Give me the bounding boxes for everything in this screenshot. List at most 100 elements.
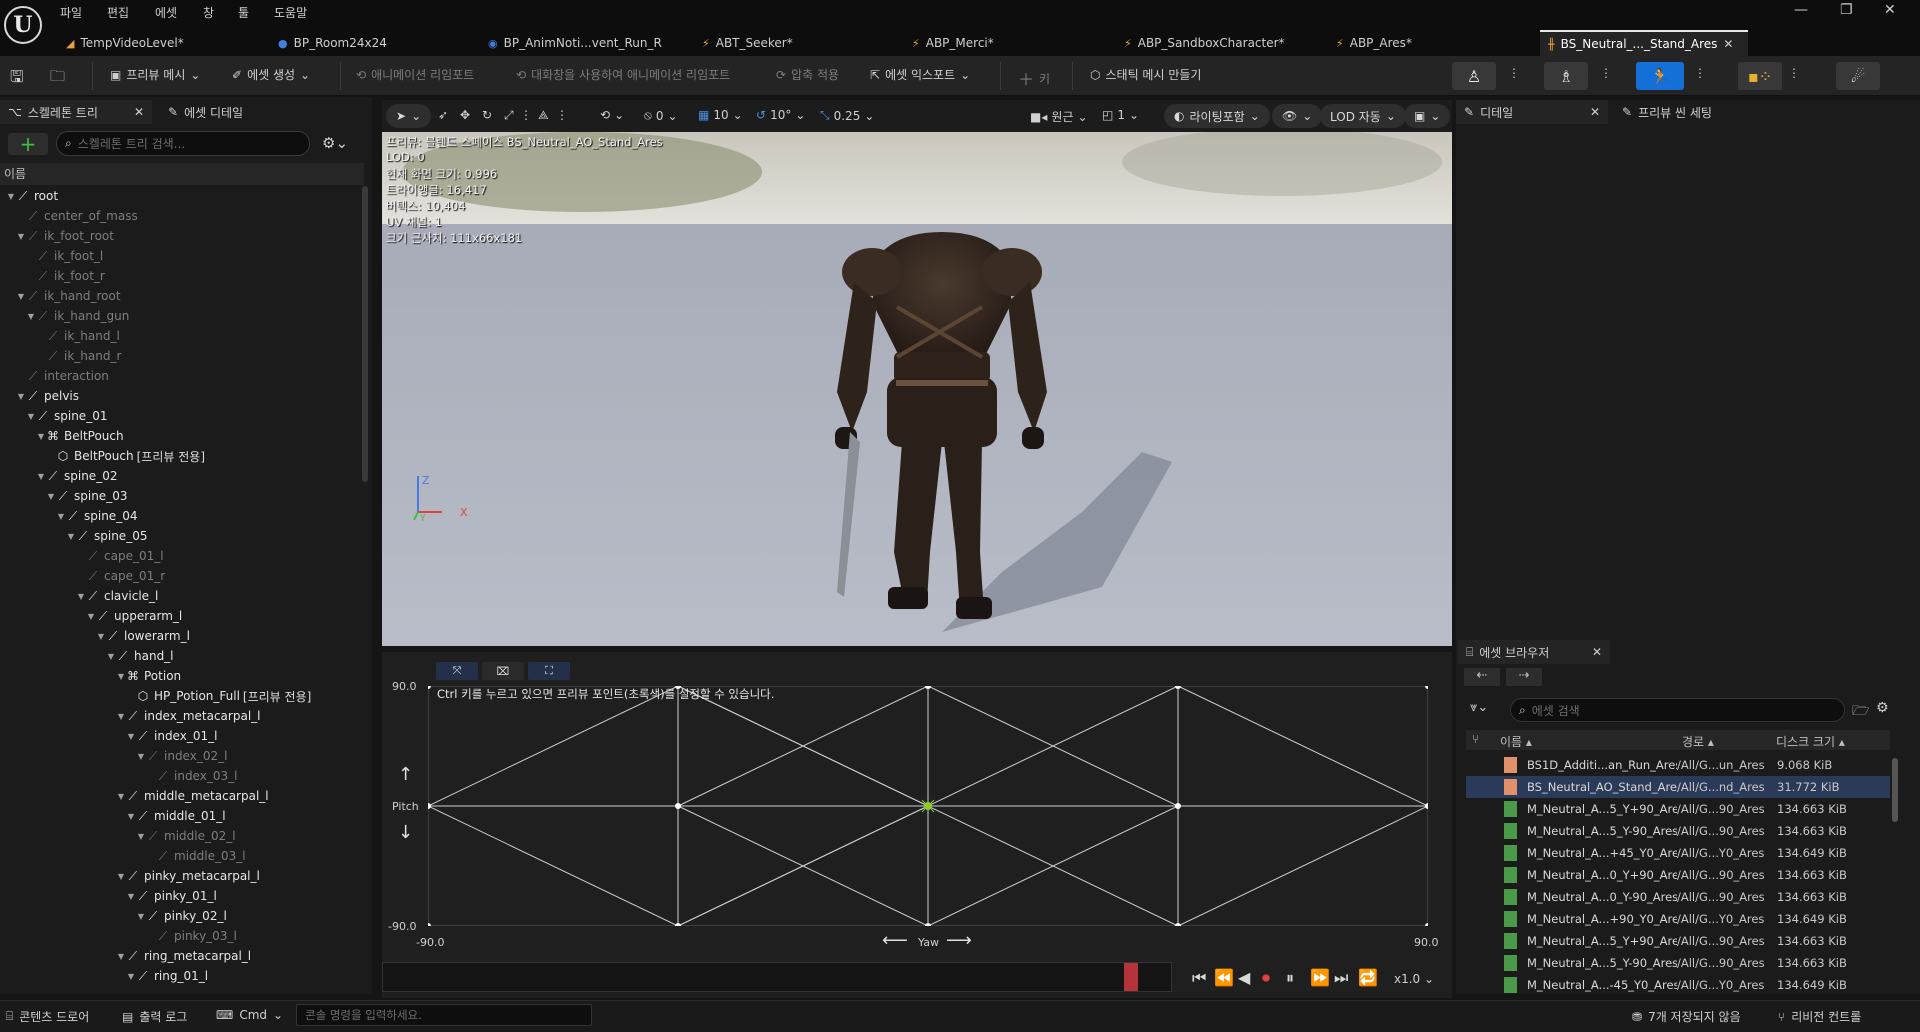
asset-row[interactable]: BS1D_Additi...an_Run_Ares/All/G...un_Are… — [1466, 754, 1890, 776]
expand-arrow-icon[interactable]: ▼ — [126, 892, 136, 901]
select-tool-icon[interactable]: ➶ — [438, 108, 448, 122]
add-socket-button[interactable]: + — [8, 132, 48, 156]
expand-arrow-icon[interactable]: ▼ — [116, 672, 126, 681]
preview-mesh-button[interactable]: ▣ 프리뷰 메시 ⌄ — [110, 66, 200, 83]
blueprint-mode-button[interactable]: ▪⁘ — [1738, 62, 1782, 90]
animation-mode-button[interactable]: 🏃 — [1636, 62, 1684, 90]
make-static-mesh-button[interactable]: ⬡ 스태틱 메시 만들기 — [1090, 66, 1201, 83]
tree-row[interactable]: ▼ ⟋ ring_01_l — [0, 966, 362, 986]
skeleton-search-input[interactable]: ⌕ 스켈레톤 트리 검색... — [56, 131, 310, 156]
surface-snap-button[interactable]: ⟲ ⌄ — [600, 108, 624, 122]
skip-end-icon[interactable]: ⏭ — [1334, 968, 1348, 988]
expand-arrow-icon[interactable]: ▼ — [136, 912, 146, 921]
asset-row[interactable]: M_Neutral_A...+45_Y0_Ares/All/G...Y0_Are… — [1466, 842, 1890, 864]
tree-row[interactable]: ▼ ⟋ ik_hand_gun — [0, 306, 362, 326]
tree-row[interactable]: ▼ ⌘ BeltPouch — [0, 426, 362, 446]
tree-row[interactable]: ⬡ BeltPouch [프리뷰 전용] — [0, 446, 362, 466]
play-reverse-icon[interactable]: ◀ — [1238, 968, 1250, 987]
expand-arrow-icon[interactable]: ▼ — [126, 812, 136, 821]
tree-row[interactable]: ▼ ⟋ ring_metacarpal_l — [0, 946, 362, 966]
tree-row[interactable]: ⟋ cape_01_l — [0, 546, 362, 566]
blend-space-grid[interactable] — [428, 686, 1428, 926]
expand-arrow-icon[interactable]: ▼ — [136, 832, 146, 841]
add-key-button[interactable]: ＋ 키 — [1018, 66, 1050, 90]
tab-asset-details[interactable]: ✎ 에셋 디테일 — [160, 100, 251, 124]
menu-tools[interactable]: 툴 — [238, 4, 249, 21]
more-options-icon[interactable]: ⋮ — [1508, 66, 1520, 80]
tree-row[interactable]: ▼ ⌘ Potion — [0, 666, 362, 686]
expand-arrow-icon[interactable]: ▼ — [26, 312, 36, 321]
pause-icon[interactable]: ⏸ — [1286, 968, 1294, 988]
more-options-icon[interactable]: ⋮ — [520, 108, 532, 122]
tab-bs-neutral[interactable]: ╫ BS_Neutral_..._Stand_Ares ✕ — [1540, 30, 1748, 56]
tree-row[interactable]: ▼ ⟋ middle_01_l — [0, 806, 362, 826]
settings-gear-icon[interactable]: ⚙⌄ — [322, 134, 348, 152]
tab-skeleton-tree[interactable]: ⌥ 스켈레톤 트리 ✕ — [0, 100, 152, 124]
more-options-icon[interactable]: ⋮ — [1788, 66, 1800, 80]
tree-row[interactable]: ⟋ interaction — [0, 366, 362, 386]
content-drawer-button[interactable]: ⌸ 콘텐츠 드로어 — [6, 1008, 89, 1025]
asset-row[interactable]: M_Neutral_A...5_Y+90_Ares/All/G...90_Are… — [1466, 798, 1890, 820]
asset-row[interactable]: M_Neutral_A...5_Y-90_Ares/All/G...90_Are… — [1466, 820, 1890, 842]
expand-arrow-icon[interactable]: ▼ — [46, 492, 56, 501]
loop-icon[interactable]: 🔁 — [1358, 968, 1378, 987]
minimize-icon[interactable]: — — [1794, 2, 1808, 18]
tree-row[interactable]: ▼ ⟋ spine_04 — [0, 506, 362, 526]
reimport-anim-button[interactable]: ⟲ 애니메이션 리임포트 — [356, 66, 474, 83]
create-asset-button[interactable]: ✐ 에셋 생성 ⌄ — [232, 66, 310, 83]
tree-scrollbar[interactable] — [362, 186, 368, 482]
close-window-icon[interactable]: ✕ — [1884, 2, 1896, 18]
local-space-icon[interactable]: ⟁ — [538, 108, 549, 123]
tree-row[interactable]: ▼ ⟋ ik_foot_root — [0, 226, 362, 246]
tree-row[interactable]: ▼ ⟋ clavicle_l — [0, 586, 362, 606]
tree-row[interactable]: ▼ ⟋ middle_02_l — [0, 826, 362, 846]
tree-row[interactable]: ▼ ⟋ index_metacarpal_l — [0, 706, 362, 726]
menu-window[interactable]: 창 — [203, 4, 214, 21]
asset-row[interactable]: M_Neutral_A...5_Y-90_Ares/All/G...90_Are… — [1466, 952, 1890, 974]
expand-arrow-icon[interactable]: ▼ — [116, 712, 126, 721]
tree-row[interactable]: ⟋ ik_hand_l — [0, 326, 362, 346]
tree-row[interactable]: ⬡ HP_Potion_Full [프리뷰 전용] — [0, 686, 362, 706]
expand-arrow-icon[interactable]: ▼ — [116, 872, 126, 881]
mesh-mode-button[interactable]: ♗ — [1544, 62, 1588, 90]
lighting-button[interactable]: ◐ 라이팅포함 ⌄ — [1164, 104, 1270, 128]
tree-row[interactable]: ▼ ⟋ index_01_l — [0, 726, 362, 746]
expand-arrow-icon[interactable]: ▼ — [16, 232, 26, 241]
output-log-button[interactable]: ▤ 출력 로그 — [122, 1008, 187, 1025]
tree-row[interactable]: ▼ ⟋ upperarm_l — [0, 606, 362, 626]
tab-details[interactable]: ✎ 디테일 ✕ — [1456, 100, 1608, 124]
expand-arrow-icon[interactable]: ▼ — [116, 952, 126, 961]
close-icon[interactable]: ✕ — [1592, 645, 1602, 659]
expand-arrow-icon[interactable]: ▼ — [96, 632, 106, 641]
tab-bp-animnotify[interactable]: ◉ BP_AnimNoti...vent_Run_R — [480, 30, 670, 56]
fit-view-button[interactable]: ⛶ — [528, 662, 570, 680]
tab-tempvideolevel[interactable]: ◢ TempVideoLevel* — [58, 30, 192, 56]
unreal-logo-icon[interactable]: U — [4, 6, 42, 44]
tree-row[interactable]: ⟋ index_03_l — [0, 766, 362, 786]
tab-abp-sandbox[interactable]: ⚡ ABP_SandboxCharacter* — [1116, 30, 1293, 56]
expand-arrow-icon[interactable]: ▼ — [26, 412, 36, 421]
tree-row[interactable]: ▼ ⟋ index_02_l — [0, 746, 362, 766]
menu-edit[interactable]: 편집 — [107, 4, 129, 21]
tab-asset-browser[interactable]: ⌸ 에셋 브라우저 ✕ — [1458, 640, 1610, 664]
viewport-options-button[interactable]: ▣ ⌄ — [1404, 104, 1451, 128]
close-icon[interactable]: ✕ — [1590, 105, 1600, 119]
expand-arrow-icon[interactable]: ▼ — [76, 592, 86, 601]
show-triangulation-button[interactable]: ⤧ — [436, 662, 478, 680]
more-options-icon[interactable]: ⋮ — [556, 108, 568, 122]
tree-row[interactable]: ⟋ ik_foot_r — [0, 266, 362, 286]
scale-snap-button[interactable]: ⤡ 0.25 ⌄ — [820, 108, 874, 123]
tree-row[interactable]: ▼ ⟋ pinky_01_l — [0, 886, 362, 906]
tree-row[interactable]: ⟋ cape_01_r — [0, 566, 362, 586]
expand-arrow-icon[interactable]: ▼ — [66, 532, 76, 541]
revision-control-button[interactable]: ⑂ 리비전 컨트롤 — [1778, 1008, 1861, 1025]
skip-start-icon[interactable]: ⏮ — [1192, 968, 1206, 988]
tree-row[interactable]: ⟋ pinky_03_l — [0, 926, 362, 946]
select-mode-button[interactable]: ➤ ⌄ — [386, 104, 432, 128]
expand-arrow-icon[interactable]: ▼ — [56, 512, 66, 521]
tab-abp-merci[interactable]: ⚡ ABP_Merci* — [904, 30, 1002, 56]
expand-arrow-icon[interactable]: ▼ — [16, 292, 26, 301]
tree-row[interactable]: ▼ ⟋ lowerarm_l — [0, 626, 362, 646]
tree-row[interactable]: ▼ ⟋ ik_hand_root — [0, 286, 362, 306]
export-asset-button[interactable]: ⇱ 에셋 익스포트 ⌄ — [870, 66, 970, 83]
